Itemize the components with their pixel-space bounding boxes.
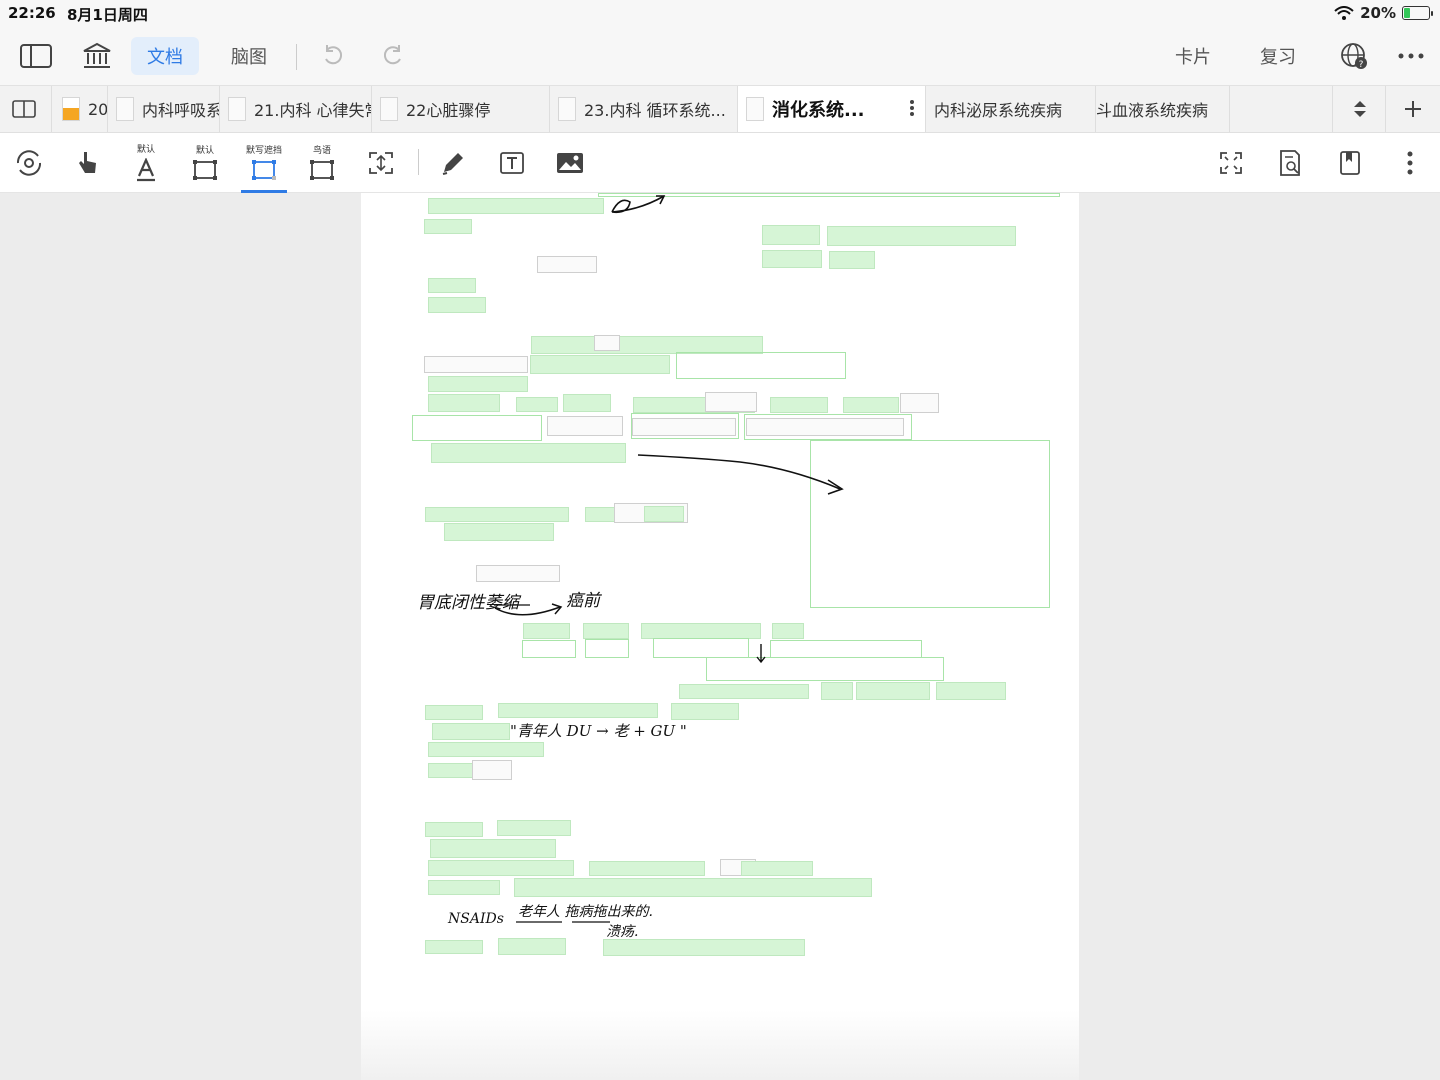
handwritten-note: 老年人 拖病拖出来的.: [518, 904, 653, 920]
handwritten-note: NSAIDs: [448, 911, 504, 927]
handwritten-note: 胃底闭性萎缩: [417, 593, 519, 613]
handwriting-layer: [494, 195, 844, 923]
handwritten-note: "青年人 DU → 老 + GU ": [510, 722, 687, 740]
handwritten-note: 癌前: [566, 591, 600, 611]
handwritten-note: 溃疡.: [606, 924, 639, 940]
